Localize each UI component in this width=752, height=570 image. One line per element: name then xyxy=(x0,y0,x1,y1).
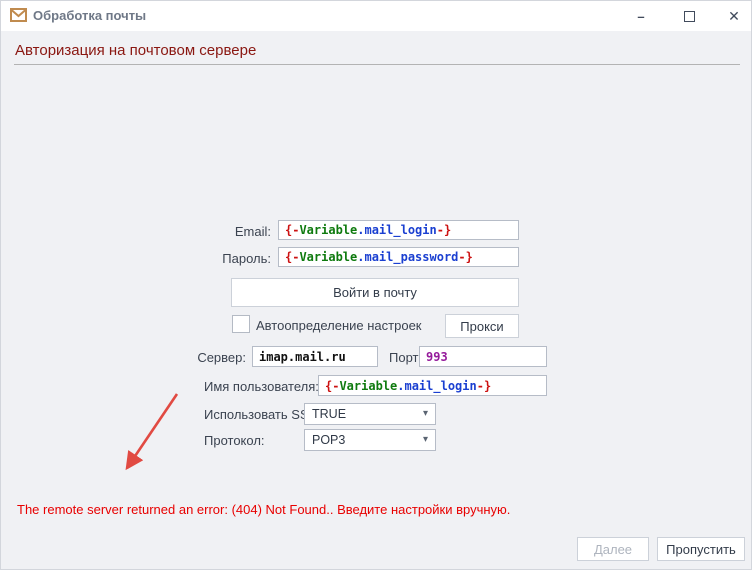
email-value-open: {- xyxy=(285,223,299,237)
port-label: Порт: xyxy=(389,350,422,365)
ssl-select[interactable]: TRUE ▾ xyxy=(304,403,436,425)
next-button[interactable]: Далее xyxy=(577,537,649,561)
port-field[interactable]: 993 xyxy=(419,346,547,367)
password-value-open: {- xyxy=(285,250,299,264)
ssl-value: TRUE xyxy=(312,407,346,421)
password-value-object: Variable xyxy=(299,250,357,264)
page-title: Авторизация на почтовом сервере xyxy=(15,42,256,59)
password-value-close: -} xyxy=(458,250,472,264)
email-value-close: -} xyxy=(437,223,451,237)
protocol-label: Протокол: xyxy=(204,433,265,448)
username-value-open: {- xyxy=(325,379,339,393)
port-value: 993 xyxy=(426,350,448,364)
skip-button[interactable]: Пропустить xyxy=(657,537,745,561)
username-label: Имя пользователя: xyxy=(204,379,311,394)
close-icon[interactable]: ✕ xyxy=(717,1,751,31)
username-value-object: Variable xyxy=(339,379,397,393)
protocol-value: POP3 xyxy=(312,433,345,447)
email-label: Email: xyxy=(161,224,271,239)
heading-divider xyxy=(14,64,740,65)
minimize-icon[interactable]: – xyxy=(624,1,658,31)
email-value-property: .mail_login xyxy=(357,223,436,237)
title-bar: Обработка почты – ✕ xyxy=(1,1,751,31)
chevron-down-icon: ▾ xyxy=(423,409,428,419)
server-field[interactable]: imap.mail.ru xyxy=(252,346,378,367)
server-value: imap.mail.ru xyxy=(259,350,346,364)
server-label: Сервер: xyxy=(146,350,246,365)
proxy-button[interactable]: Прокси xyxy=(445,314,519,338)
annotation-arrow-icon xyxy=(111,386,191,481)
autodetect-label: Автоопределение настроек xyxy=(256,318,422,333)
maximize-icon[interactable] xyxy=(672,1,706,31)
password-label: Пароль: xyxy=(161,251,271,266)
error-message: The remote server returned an error: (40… xyxy=(17,502,510,517)
window-title: Обработка почты xyxy=(33,8,146,23)
password-field[interactable]: {-Variable.mail_password-} xyxy=(278,247,519,267)
username-value-close: -} xyxy=(477,379,491,393)
envelope-icon xyxy=(10,8,27,22)
protocol-select[interactable]: POP3 ▾ xyxy=(304,429,436,451)
ssl-label: Использовать SSL: xyxy=(204,407,319,422)
username-field[interactable]: {-Variable.mail_login-} xyxy=(318,375,547,396)
login-button[interactable]: Войти в почту xyxy=(231,278,519,307)
autodetect-checkbox[interactable] xyxy=(232,315,250,333)
username-value-property: .mail_login xyxy=(397,379,476,393)
email-field[interactable]: {-Variable.mail_login-} xyxy=(278,220,519,240)
chevron-down-icon: ▾ xyxy=(423,435,428,445)
email-value-object: Variable xyxy=(299,223,357,237)
password-value-property: .mail_password xyxy=(357,250,458,264)
dialog-window: Обработка почты – ✕ Авторизация на почто… xyxy=(0,0,752,570)
